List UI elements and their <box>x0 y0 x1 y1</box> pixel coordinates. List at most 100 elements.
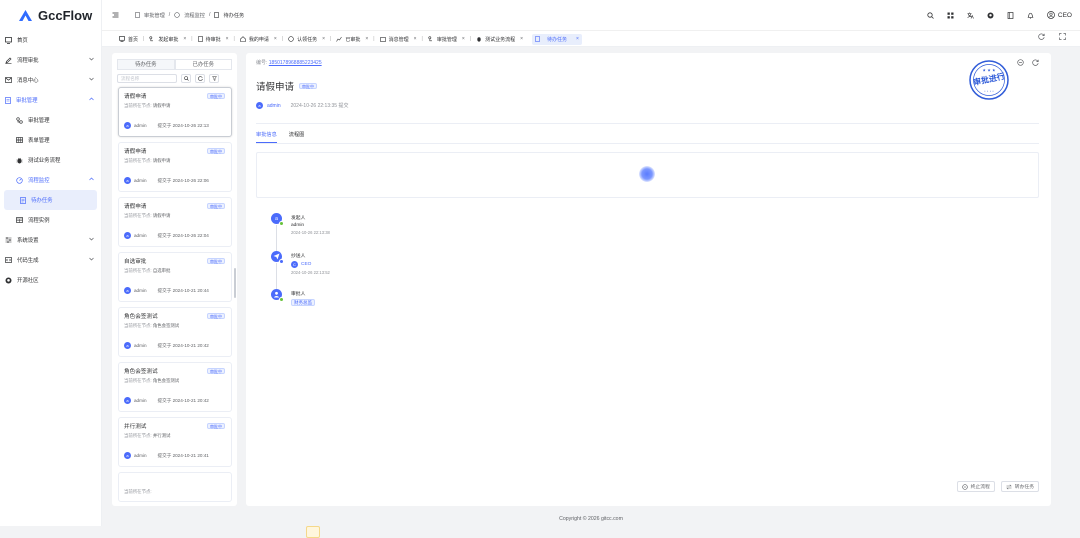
user-name[interactable]: CEO <box>1058 12 1072 19</box>
task-card[interactable]: 角色会签测试 审批中 当前所在节点: 角色会签测试 aadmin提交于 2024… <box>118 362 232 412</box>
task-card[interactable]: 自选审批 审批中 当前所在节点: 自选审批 aadmin提交于 2024-10-… <box>118 252 232 302</box>
task-card[interactable]: 请假申请 审批中 当前所在节点: 请假申请 aadmin提交于 2024-10-… <box>118 87 232 137</box>
close-icon[interactable]: × <box>274 36 277 42</box>
sidebar-item-label: 待办任务 <box>31 196 53 204</box>
search-icon[interactable] <box>927 12 934 19</box>
tab-my-requests[interactable]: 我的申请× <box>237 34 280 45</box>
avatar: a <box>256 102 263 109</box>
stop-process-button[interactable]: 终止流程 <box>957 481 995 492</box>
avatar: a <box>124 232 131 239</box>
close-icon[interactable]: × <box>462 36 465 42</box>
sidebar-item-monitor[interactable]: 流程监控 <box>0 170 101 190</box>
avatar: a <box>124 177 131 184</box>
print-icon[interactable] <box>1017 59 1024 66</box>
sidebar-item-home[interactable]: 首页 <box>0 30 101 50</box>
tab-done-tasks[interactable]: 已办任务 <box>175 59 233 70</box>
tab-approved[interactable]: 已审批× <box>333 34 371 45</box>
status-badge: 审批中 <box>207 93 225 99</box>
header-actions: CEO <box>927 0 1072 30</box>
tab-msg-mgmt[interactable]: 消息管理× <box>377 34 420 45</box>
bell-icon[interactable] <box>1027 12 1034 19</box>
task-card[interactable]: 请假申请 审批中 当前所在节点: 请假申请 aadmin提交于 2024-10-… <box>118 197 232 247</box>
tab-todo[interactable]: 待办任务× <box>532 34 582 45</box>
close-icon[interactable]: × <box>414 36 417 42</box>
chevron-up-icon <box>89 177 94 181</box>
sidebar-item-forms[interactable]: 表单管理 <box>0 130 101 150</box>
github-icon[interactable] <box>987 12 994 19</box>
bug-icon <box>476 36 482 42</box>
sidebar-item-codegen[interactable]: 代码生成 <box>0 250 101 270</box>
chevron-down-icon <box>89 257 94 261</box>
refresh-icon[interactable] <box>1038 33 1045 40</box>
sidebar-item-todo[interactable]: 待办任务 <box>4 190 97 210</box>
tab-flow-chart[interactable]: 流程图 <box>289 131 305 143</box>
tab-approval-mgmt[interactable]: 审批管理× <box>425 34 468 45</box>
pager-widget[interactable] <box>306 526 320 538</box>
sidebar-item-label: 系统设置 <box>17 236 39 244</box>
chevron-up-icon <box>89 97 94 101</box>
sidebar-item-messages[interactable]: 消息中心 <box>0 70 101 90</box>
fullscreen-icon[interactable] <box>1059 33 1066 40</box>
tab-todo-tasks[interactable]: 待办任务 <box>117 59 175 70</box>
mail-icon <box>5 77 12 83</box>
tab-actions <box>1038 33 1066 40</box>
sidebar-item-test-flow[interactable]: 测试业务流程 <box>0 150 101 170</box>
task-card[interactable]: 并行测试 审批中 当前所在节点: 并行测试 aadmin提交于 2024-10-… <box>118 417 232 467</box>
sidebar-item-label: 流程审批 <box>17 56 39 64</box>
close-icon[interactable]: × <box>365 36 368 42</box>
search-button[interactable] <box>181 74 191 83</box>
translate-icon[interactable] <box>967 12 974 19</box>
sidebar-item-settings[interactable]: 系统设置 <box>0 230 101 250</box>
task-meta: aadmin提交于 2024-10-21 20:41 <box>124 452 209 459</box>
github-icon <box>5 277 12 284</box>
close-icon[interactable]: × <box>322 36 325 42</box>
user-avatar-icon[interactable] <box>1047 11 1055 19</box>
refresh-button[interactable] <box>195 74 205 83</box>
tab-start-approval[interactable]: 发起审批× <box>146 34 189 45</box>
menu-fold-icon[interactable] <box>112 12 119 18</box>
tab-home[interactable]: 首页 <box>116 34 141 45</box>
filter-button[interactable] <box>209 74 219 83</box>
refresh-icon[interactable] <box>1032 59 1039 66</box>
search-input[interactable]: 流程名称 <box>117 74 177 83</box>
task-card[interactable]: 角色会签测试 审批中 当前所在节点: 角色会签测试 aadmin提交于 2024… <box>118 307 232 357</box>
sidebar: GccFlow 首页 流程审批 消息中心 审批管理 审批管理 表单管理 测试业务… <box>0 0 102 526</box>
tab-claim[interactable]: 认领任务× <box>285 34 328 45</box>
bug-icon <box>16 157 23 164</box>
sidebar-item-approval-sub[interactable]: 审批管理 <box>0 110 101 130</box>
breadcrumb-item[interactable]: 审批管理 <box>144 12 165 19</box>
sliders-icon <box>5 237 12 243</box>
list-scrollbar[interactable] <box>234 268 236 298</box>
sidebar-item-instances[interactable]: 流程实例 <box>0 210 101 230</box>
sidebar-item-approve[interactable]: 流程审批 <box>0 50 101 70</box>
task-node: 当前所在节点: 角色会签测试 <box>124 378 226 384</box>
task-card[interactable]: 请假申请 审批中 当前所在节点: 请假申请 aadmin提交于 2024-10-… <box>118 142 232 192</box>
task-meta: aadmin提交于 2024-10-21 20:44 <box>124 287 209 294</box>
footer: Copyright © 2026 gitcc.com <box>102 512 1080 526</box>
sidebar-item-label: 代码生成 <box>17 256 39 264</box>
close-icon[interactable]: × <box>226 36 229 42</box>
detail-actions <box>1017 59 1039 66</box>
transfer-task-button[interactable]: 转办任务 <box>1001 481 1039 492</box>
sidebar-item-approval-mgmt[interactable]: 审批管理 <box>0 90 101 110</box>
tab-approval-info[interactable]: 审批信息 <box>256 131 277 143</box>
task-card-partial[interactable]: 当前所在节点: <box>118 472 232 502</box>
doc-icon <box>135 12 140 18</box>
sidebar-item-label: 开源社区 <box>17 276 39 284</box>
tab-pending[interactable]: 待审批× <box>195 34 232 45</box>
book-icon[interactable] <box>1007 12 1014 19</box>
close-icon[interactable]: × <box>576 36 579 42</box>
tab-test-flow[interactable]: 测试业务流程× <box>473 34 526 45</box>
table-icon <box>16 217 23 223</box>
logo[interactable]: GccFlow <box>0 0 101 30</box>
avatar: a <box>124 397 131 404</box>
process-number-link[interactable]: 1850178968885223425 <box>269 60 322 66</box>
sidebar-item-community[interactable]: 开源社区 <box>0 270 101 290</box>
app-name: GccFlow <box>38 8 92 23</box>
flow-icon <box>428 36 434 42</box>
task-meta: aadmin提交于 2024-10-21 20:42 <box>124 397 209 404</box>
grid-menu-icon[interactable] <box>947 12 954 19</box>
close-icon[interactable]: × <box>183 36 186 42</box>
breadcrumb-item[interactable]: 流程监控 <box>184 12 205 19</box>
close-icon[interactable]: × <box>520 36 523 42</box>
